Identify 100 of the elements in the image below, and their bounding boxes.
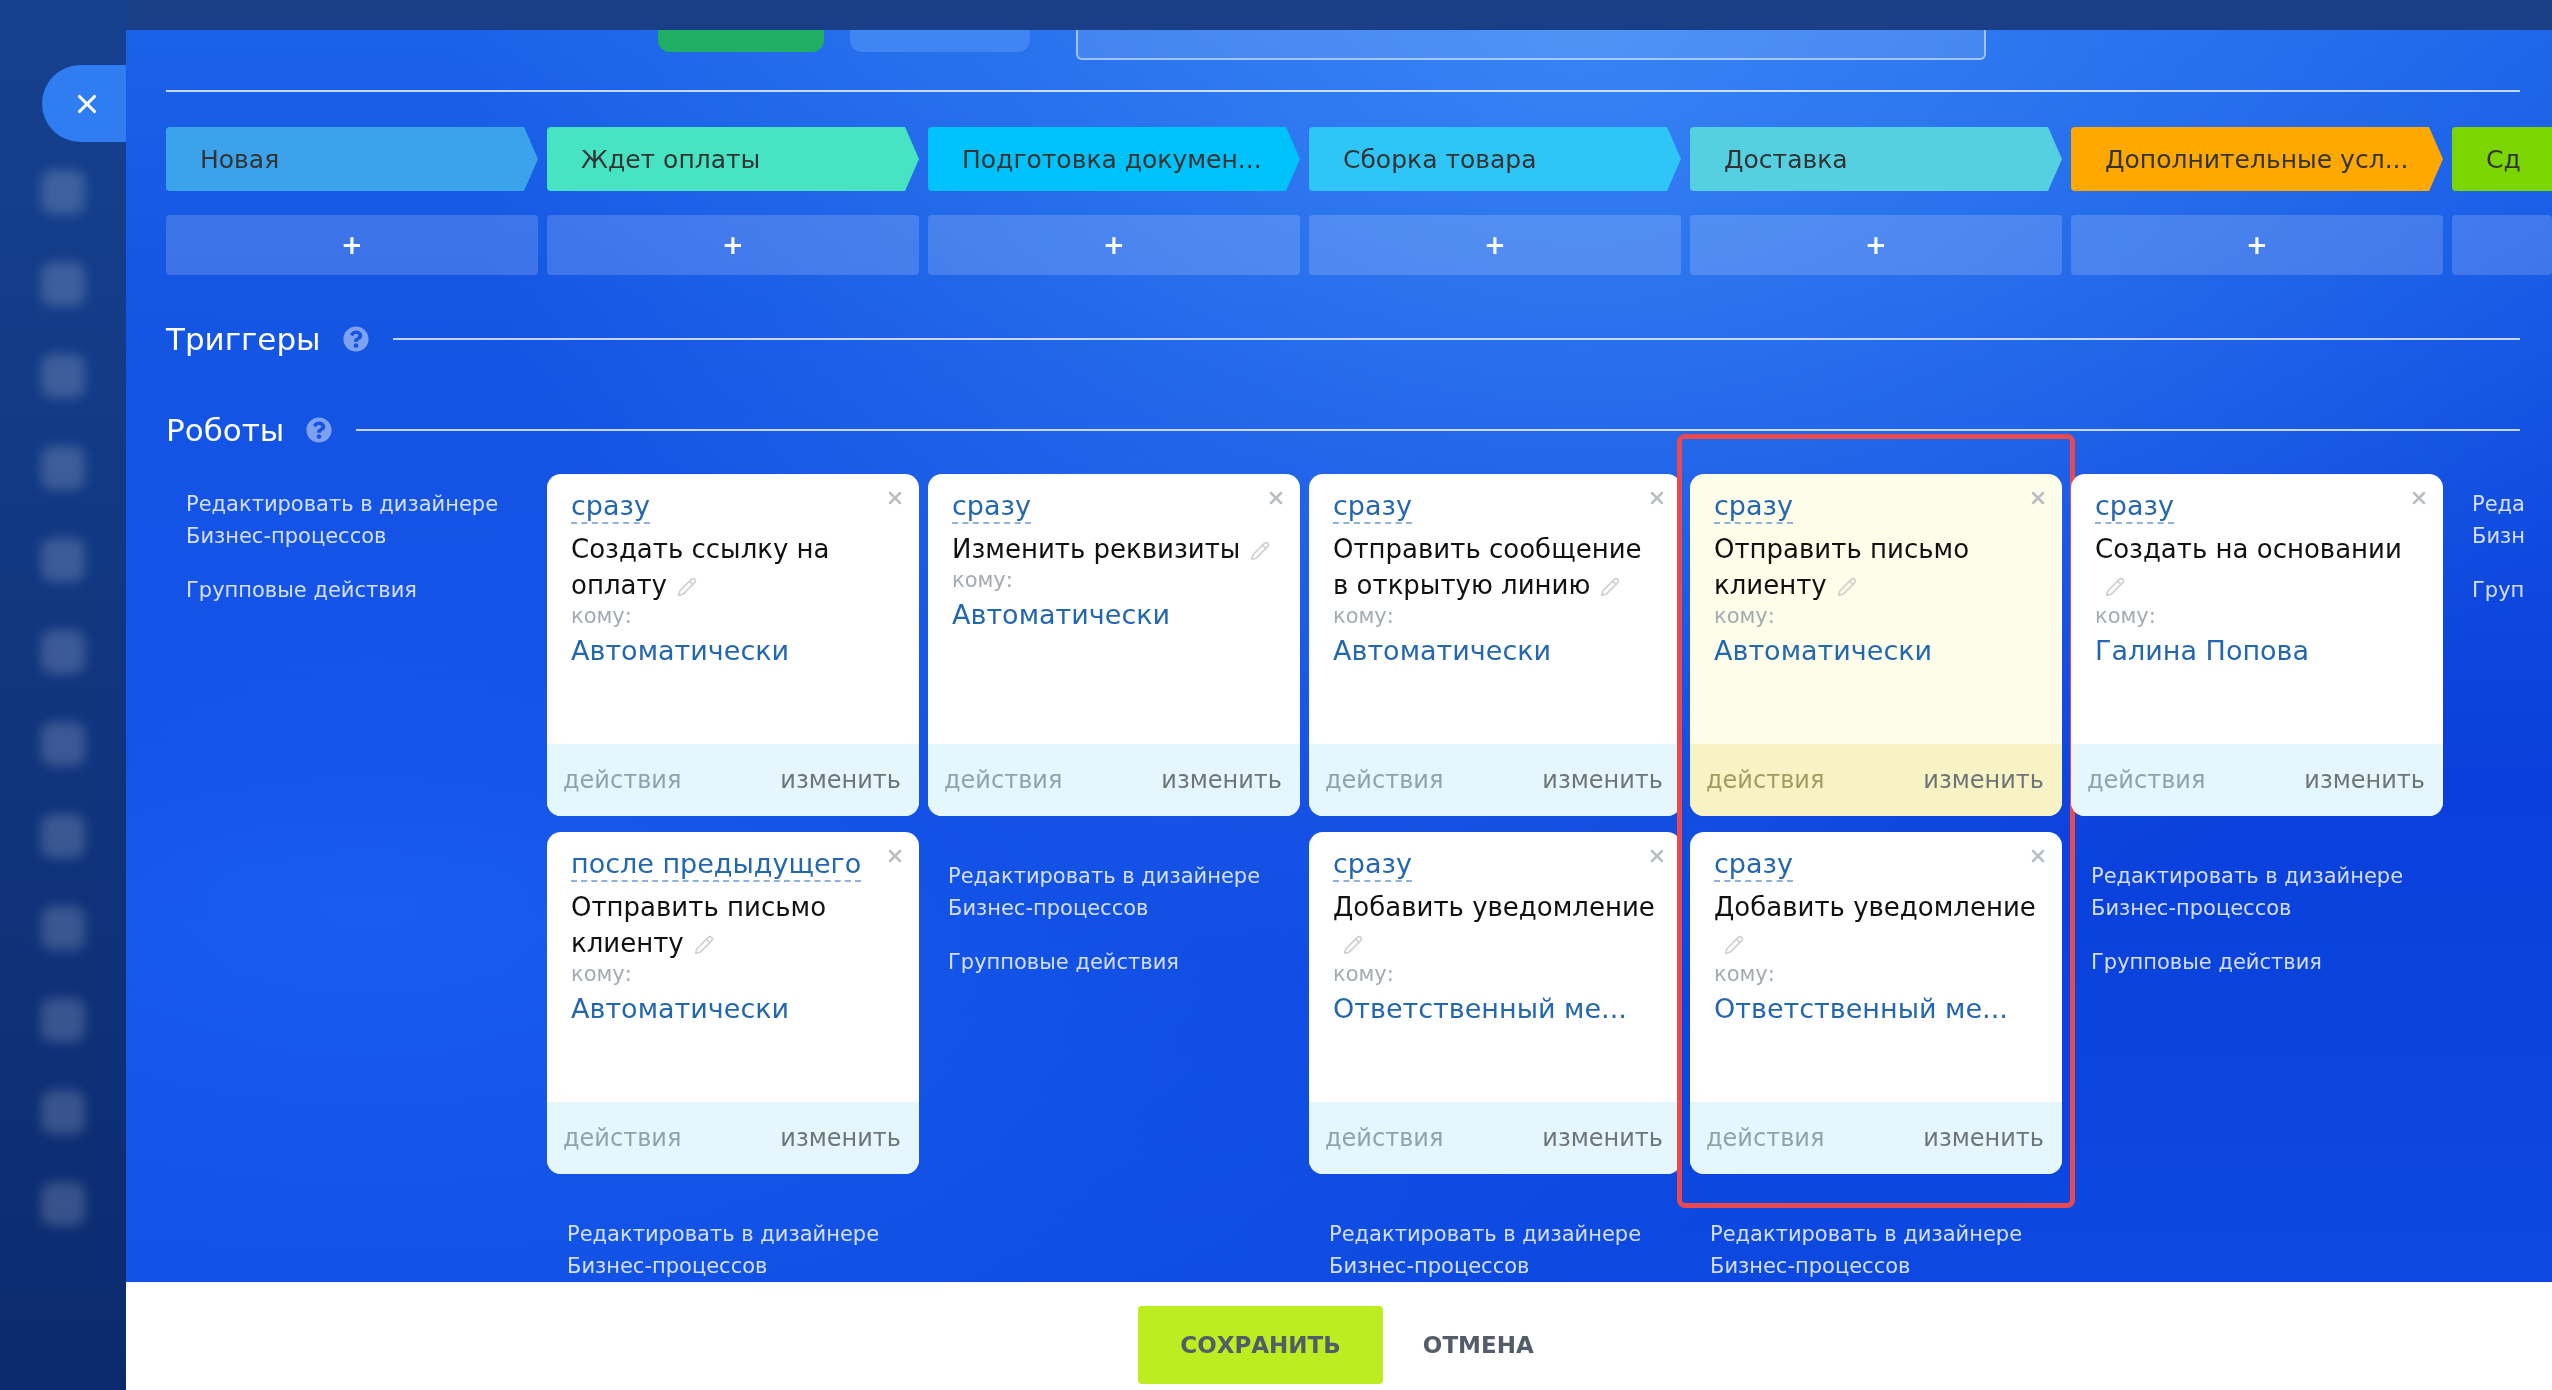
designer-link[interactable]: Редактировать в дизайнере Бизнес-процессов [948,860,1300,924]
add-button[interactable]: + [547,215,919,275]
robot-card[interactable]: сразу Добавить уведомление кому: Ответственный ме... действия изменить [1690,832,2062,1174]
edit-button[interactable]: изменить [780,766,901,794]
sidebar-icon[interactable] [41,630,85,674]
designer-link[interactable]: Редактировать в дизайнере Бизнес-процессов [1329,1218,1681,1282]
stage-tab[interactable]: Подготовка докумен... [928,127,1300,191]
edit-button[interactable]: изменить [1161,766,1282,794]
recipient-link[interactable]: Автоматически [1333,635,1552,667]
edit-button[interactable]: изменить [2304,766,2425,794]
sidebar-icon[interactable] [41,722,85,766]
add-button[interactable] [2452,215,2552,275]
stage-tab[interactable]: Ждет оплаты [547,127,919,191]
designer-link[interactable]: Групповые действия [948,946,1300,978]
robot-card[interactable]: сразу Изменить реквизиты кому: Автоматически действия изменить [928,474,1300,816]
stage-tab[interactable]: Доставка [1690,127,2062,191]
recipient-link[interactable]: Галина Попова [2095,635,2310,667]
pencil-icon[interactable] [1600,576,1621,597]
designer-link[interactable]: Групповые действия [2091,946,2443,978]
robot-title: Отправить письмо клиенту [1714,533,1971,603]
recipient-label: кому: [1714,604,1776,630]
recipient-link[interactable]: Ответственный ме... [1333,993,1627,1025]
sidebar-icon[interactable] [41,354,85,398]
recipient-label: кому: [571,962,633,988]
sidebar-icon[interactable] [41,262,85,306]
timing-link[interactable]: сразу [1714,490,1793,525]
robot-card[interactable]: сразу Создать на основании кому: Галина Попова действия изменить [2071,474,2443,816]
robot-card[interactable]: сразу Отправить письмо клиенту кому: Автоматически действия изменить [1690,474,2062,816]
recipient-label: кому: [1333,604,1395,630]
robot-title: Отправить письмо клиенту [571,891,828,961]
robot-card[interactable]: после предыдущего Отправить письмо клиенту кому: Автоматически действия изменить [547,832,919,1174]
help-icon[interactable] [306,417,333,443]
help-icon[interactable] [342,326,369,352]
stage-tab[interactable]: Дополнительные усл... [2071,127,2443,191]
recipient-label: кому: [571,604,633,630]
section-title: Роботы [166,412,285,448]
stage-tab[interactable]: Сборка товара [1309,127,1681,191]
add-button[interactable]: + [1309,215,1681,275]
pencil-icon[interactable] [693,934,714,955]
timing-link[interactable]: сразу [2095,490,2174,525]
recipient-label: кому: [952,568,1014,594]
designer-link[interactable]: Редактировать в дизайнере Бизнес-процессов [2091,860,2443,924]
header-button[interactable] [658,30,824,52]
robot-card[interactable]: сразу Создать ссылку на оплату кому: Автоматически действия изменить [547,474,919,816]
edit-button[interactable]: изменить [1542,1124,1663,1152]
designer-link[interactable]: Груп [2472,574,2552,606]
section-title: Триггеры [166,321,321,357]
add-button[interactable]: + [2071,215,2443,275]
robot-title: Изменить реквизиты [952,532,1276,569]
designer-link[interactable]: Редактировать в дизайнере Бизнес-процессов [186,488,538,552]
sidebar-icon[interactable] [41,906,85,950]
designer-link[interactable]: Редактировать в дизайнере Бизнес-процессов [1710,1218,2062,1282]
recipient-link[interactable]: Автоматически [571,635,790,667]
add-button[interactable]: + [1690,215,2062,275]
pencil-icon[interactable] [677,576,697,597]
timing-link[interactable]: после предыдущего [571,848,862,883]
stage-tab[interactable]: Сд [2452,127,2552,191]
robot-title: Отправить сообщение в открытую линию [1333,533,1643,603]
sidebar-icon[interactable] [41,170,85,214]
sidebar-icon[interactable] [41,538,85,582]
recipient-link[interactable]: Автоматически [952,599,1171,631]
recipient-label: кому: [1714,962,1776,988]
pencil-icon[interactable] [1836,576,1857,597]
add-button[interactable]: + [928,215,1300,275]
pencil-icon[interactable] [2105,576,2125,597]
robot-title: Создать на основании [2095,532,2419,605]
robot-title: Добавить уведомление [1333,890,1657,963]
designer-link[interactable]: Редактировать в дизайнере Бизнес-процессов [567,1218,919,1282]
pencil-icon[interactable] [1724,934,1744,955]
cancel-button[interactable]: ОТМЕНА [1416,1330,1540,1359]
designer-link[interactable]: Групповые действия [186,574,538,606]
recipient-link[interactable]: Автоматически [1714,635,1933,667]
sidebar-icon[interactable] [41,1182,85,1226]
pencil-icon[interactable] [1250,540,1271,561]
timing-link[interactable]: сразу [1714,848,1793,883]
header-button[interactable] [850,30,1030,52]
timing-link[interactable]: сразу [1333,490,1412,525]
edit-button[interactable]: изменить [1923,1124,2044,1152]
sidebar-icon[interactable] [41,814,85,858]
pencil-icon[interactable] [1343,934,1363,955]
add-button[interactable]: + [166,215,538,275]
robot-title: Создать ссылку на оплату [571,533,831,603]
save-button[interactable]: СОХРАНИТЬ [1138,1305,1383,1384]
timing-link[interactable]: сразу [571,490,650,525]
timing-link[interactable]: сразу [952,490,1031,525]
recipient-link[interactable]: Автоматически [571,993,790,1025]
close-button[interactable] [42,65,126,142]
sidebar-icon[interactable] [41,998,85,1042]
stage-tab[interactable]: Новая [166,127,538,191]
sidebar-icon[interactable] [41,446,85,490]
edit-button[interactable]: изменить [780,1124,901,1152]
recipient-label: кому: [1333,962,1395,988]
recipient-link[interactable]: Ответственный ме... [1714,993,2008,1025]
sidebar-icon[interactable] [41,1090,85,1134]
robot-title: Добавить уведомление [1714,890,2038,963]
recipient-label: кому: [2095,604,2157,630]
edit-button[interactable]: изменить [1542,766,1663,794]
edit-button[interactable]: изменить [1923,766,2044,794]
designer-link[interactable]: Реда Бизн [2472,488,2552,552]
timing-link[interactable]: сразу [1333,848,1412,883]
